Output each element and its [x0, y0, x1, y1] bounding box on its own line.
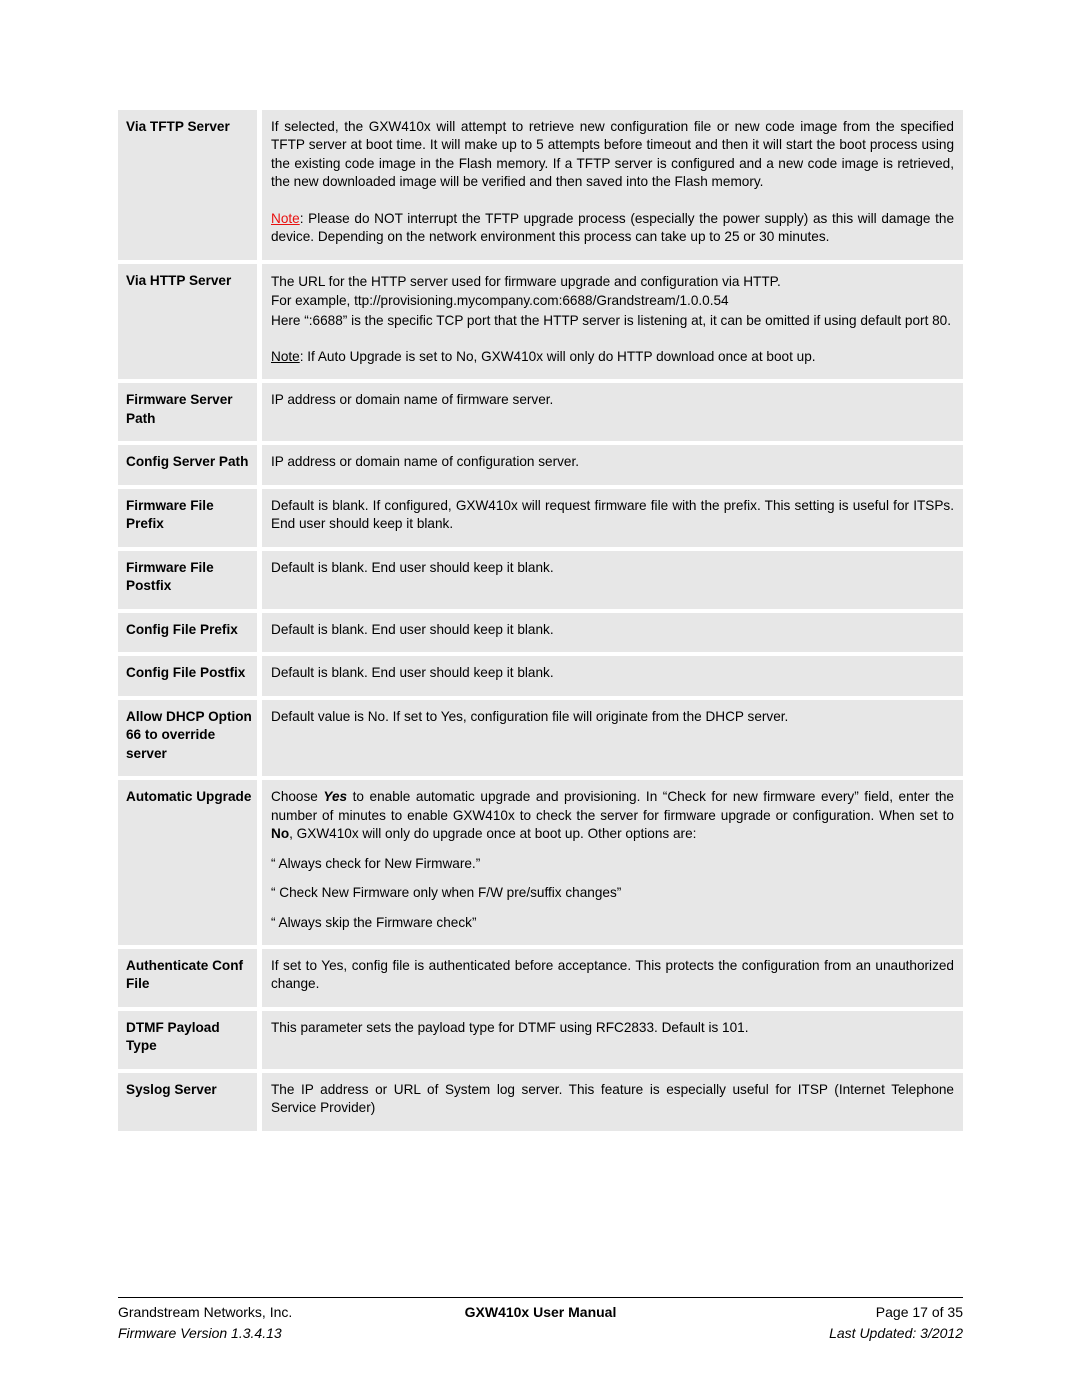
footer-middle-spacer — [397, 1323, 684, 1344]
footer-row-primary: Grandstream Networks, Inc. GXW410x User … — [118, 1302, 963, 1323]
paragraph-http-line1: The URL for the HTTP server used for fir… — [271, 273, 781, 289]
row-description-firmware-file-postfix: Default is blank. End user should keep i… — [262, 550, 963, 609]
row-label-firmware-server-path: Firmware Server Path — [118, 383, 262, 442]
row-label-config-file-prefix: Config File Prefix — [118, 612, 262, 653]
row-description-firmware-file-prefix: Default is blank. If configured, GXW410x… — [262, 488, 963, 547]
footer-last-updated: Last Updated: 3/2012 — [829, 1325, 963, 1341]
table-row: DTMF Payload Type This parameter sets th… — [118, 1010, 963, 1069]
table-row: Config File Postfix Default is blank. En… — [118, 656, 963, 696]
option-item-2: “ Check New Firmware only when F/W pre/s… — [271, 885, 622, 901]
paragraph-spacer — [271, 192, 954, 210]
table-row: Config Server Path IP address or domain … — [118, 445, 963, 485]
note-label-black: Note — [271, 348, 300, 364]
row-label-automatic-upgrade: Automatic Upgrade — [118, 780, 262, 945]
row-label-firmware-file-postfix: Firmware File Postfix — [118, 550, 262, 609]
row-description-firmware-server-path: IP address or domain name of firmware se… — [262, 383, 963, 442]
table-row: Authenticate Conf File If set to Yes, co… — [118, 949, 963, 1007]
segment-3: , GXW410x will only do upgrade once at b… — [289, 826, 697, 842]
footer-firmware-version: Firmware Version 1.3.4.13 — [118, 1325, 282, 1341]
table-row: Firmware File Postfix Default is blank. … — [118, 550, 963, 609]
row-label-via-tftp-server: Via TFTP Server — [118, 110, 262, 260]
row-label-firmware-file-prefix: Firmware File Prefix — [118, 488, 262, 547]
table-row: Firmware File Prefix Default is blank. I… — [118, 488, 963, 547]
note-text: Please do NOT interrupt the TFTP upgrade… — [271, 210, 955, 245]
row-label-dtmf-payload-type: DTMF Payload Type — [118, 1010, 262, 1069]
settings-specification-table: Via TFTP Server If selected, the GXW410x… — [118, 106, 963, 1135]
paragraph-http-line3: Here “:6688” is the specific TCP port th… — [271, 312, 952, 328]
table-row: Via TFTP Server If selected, the GXW410x… — [118, 110, 963, 260]
row-label-config-file-postfix: Config File Postfix — [118, 656, 262, 696]
document-page: Via TFTP Server If selected, the GXW410x… — [0, 0, 1080, 1397]
row-description-config-server-path: IP address or domain name of configurati… — [262, 445, 963, 485]
option-item-3: “ Always skip the Firmware check” — [271, 914, 477, 930]
row-description-syslog-server: The IP address or URL of System log serv… — [262, 1072, 963, 1131]
footer-page-number: Page 17 of 35 — [875, 1304, 963, 1320]
table-row: Automatic Upgrade Choose Yes to enable a… — [118, 780, 963, 945]
row-label-via-http-server: Via HTTP Server — [118, 263, 262, 380]
row-description-allow-dhcp-option-66: Default value is No. If set to Yes, conf… — [262, 699, 963, 777]
footer-divider — [118, 1297, 963, 1298]
footer-row-secondary: Firmware Version 1.3.4.13 Last Updated: … — [118, 1323, 963, 1344]
table-row: Via HTTP Server The URL for the HTTP ser… — [118, 263, 963, 380]
row-label-syslog-server: Syslog Server — [118, 1072, 262, 1131]
paragraph-automatic-upgrade-main: Choose Yes to enable automatic upgrade a… — [271, 788, 954, 843]
table-row: Config File Prefix Default is blank. End… — [118, 612, 963, 653]
paragraph-tftp-main: If selected, the GXW410x will attempt to… — [271, 119, 954, 190]
option-item-1: “ Always check for New Firmware.” — [271, 855, 481, 871]
row-description-config-file-prefix: Default is blank. End user should keep i… — [262, 612, 963, 653]
row-label-config-server-path: Config Server Path — [118, 445, 262, 485]
segment-2: to enable automatic upgrade and provisio… — [271, 789, 954, 823]
paragraph-tftp-note: Note: Please do NOT interrupt the TFTP u… — [271, 210, 955, 245]
paragraph-http-line2: For example, ttp://provisioning.mycompan… — [271, 293, 729, 309]
table-row: Firmware Server Path IP address or domai… — [118, 383, 963, 442]
table-row: Syslog Server The IP address or URL of S… — [118, 1072, 963, 1131]
row-description-config-file-postfix: Default is blank. End user should keep i… — [262, 656, 963, 696]
row-description-via-tftp-server: If selected, the GXW410x will attempt to… — [262, 110, 963, 260]
note-text: : If Auto Upgrade is set to No, GXW410x … — [299, 348, 816, 364]
footer-company-name: Grandstream Networks, Inc. — [118, 1304, 293, 1320]
row-description-authenticate-conf-file: If set to Yes, config file is authentica… — [262, 949, 963, 1007]
segment-1: Choose — [271, 789, 324, 805]
table-row: Allow DHCP Option 66 to override server … — [118, 699, 963, 777]
footer-manual-title: GXW410x User Manual — [464, 1304, 617, 1320]
row-description-via-http-server: The URL for the HTTP server used for fir… — [262, 263, 963, 380]
page-footer: Grandstream Networks, Inc. GXW410x User … — [118, 1297, 963, 1344]
row-label-authenticate-conf-file: Authenticate Conf File — [118, 949, 262, 1007]
row-label-allow-dhcp-option-66: Allow DHCP Option 66 to override server — [118, 699, 262, 777]
paragraph-spacer — [271, 330, 954, 348]
note-label-red: Note — [271, 210, 300, 226]
row-description-automatic-upgrade: Choose Yes to enable automatic upgrade a… — [262, 780, 963, 945]
emphasis-yes: Yes — [323, 789, 348, 805]
paragraph-http-note: Note: If Auto Upgrade is set to No, GXW4… — [271, 348, 954, 366]
emphasis-no: No — [271, 826, 290, 842]
row-description-dtmf-payload-type: This parameter sets the payload type for… — [262, 1010, 963, 1069]
